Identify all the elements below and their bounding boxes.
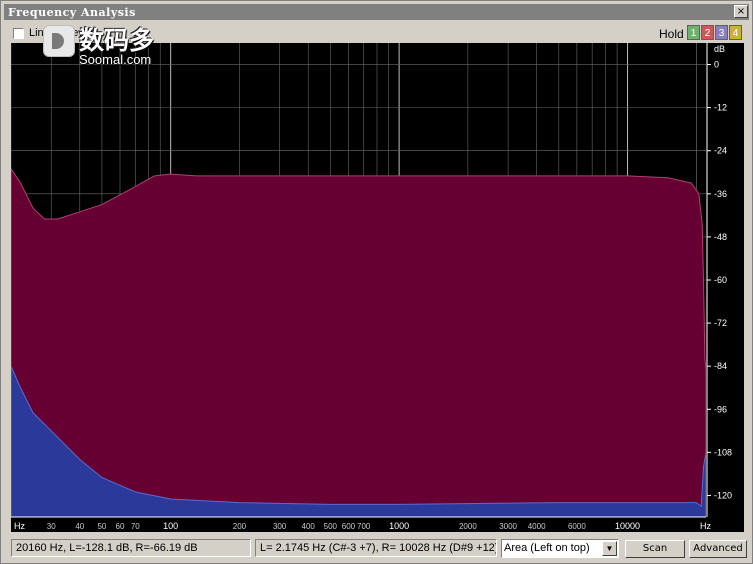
series-l-area xyxy=(10,167,707,518)
cursor-readout: 20160 Hz, L=-128.1 dB, R=-66.19 dB xyxy=(11,539,251,557)
x-tick-label: 30 xyxy=(47,522,56,531)
x-tick-label: 200 xyxy=(233,522,247,531)
options-row: Linear View Hold 1234 xyxy=(11,25,749,43)
display-mode-value: Area (Left on top) xyxy=(504,542,590,554)
hold-button-1[interactable]: 1 xyxy=(687,25,700,40)
y-tick-label: -60 xyxy=(714,275,727,285)
x-tick-label: 600 xyxy=(342,522,356,531)
frequency-analysis-window: Frequency Analysis × Linear View Hold 12… xyxy=(0,0,753,564)
hold-button-2[interactable]: 2 xyxy=(701,25,714,40)
x-tick-label: 6000 xyxy=(568,522,586,531)
y-tick-label: -24 xyxy=(714,146,727,156)
x-tick-label: 60 xyxy=(116,522,125,531)
x-tick-label: 50 xyxy=(97,522,106,531)
scan-button[interactable]: Scan xyxy=(625,540,685,558)
spectrum-plot: dB 0 -12 -24 -36 -48 -60 -72 -84 -96 -108 -120 Hz Hz 3… xyxy=(10,43,744,532)
x-tick-label: 100 xyxy=(163,521,178,531)
title-bar: Frequency Analysis × xyxy=(4,4,749,20)
advanced-button[interactable]: Advanced xyxy=(689,540,747,558)
y-tick-label: -84 xyxy=(714,361,727,371)
x-tick-label: 1000 xyxy=(389,521,409,531)
y-axis-panel xyxy=(706,43,744,532)
hold-button-4[interactable]: 4 xyxy=(729,25,742,40)
x-tick-label: 10000 xyxy=(615,521,640,531)
x-tick-label: 2000 xyxy=(459,522,477,531)
y-tick-label: -120 xyxy=(714,490,732,500)
hold-label: Hold xyxy=(659,27,684,41)
display-mode-select[interactable]: Area (Left on top) ▼ xyxy=(501,539,619,558)
close-button[interactable]: × xyxy=(734,5,748,18)
spectrum-chart: dB 0 -12 -24 -36 -48 -60 -72 -84 -96 -108 -120 Hz Hz 3… xyxy=(10,43,744,532)
y-tick-label: -108 xyxy=(714,447,732,457)
y-tick-label: -36 xyxy=(714,189,727,199)
x-tick-label: 4000 xyxy=(528,522,546,531)
x-tick-label: 500 xyxy=(324,522,338,531)
x-tick-label: 300 xyxy=(273,522,287,531)
y-tick-label: 0 xyxy=(714,60,719,70)
hold-button-3[interactable]: 3 xyxy=(715,25,728,40)
x-tick-label: 400 xyxy=(302,522,316,531)
linear-view-label: Linear View xyxy=(29,27,87,39)
x-tick-label: 3000 xyxy=(499,522,517,531)
chevron-down-icon[interactable]: ▼ xyxy=(602,541,617,556)
y-tick-label: -96 xyxy=(714,404,727,414)
x-tick-label: 700 xyxy=(357,522,371,531)
y-tick-label: -12 xyxy=(714,103,727,113)
x-tick-label: 40 xyxy=(75,522,84,531)
x-unit-label-left: Hz xyxy=(14,521,25,531)
peak-readout: L= 2.1745 Hz (C#-3 +7), R= 10028 Hz (D#9… xyxy=(255,539,497,557)
linear-view-checkbox[interactable] xyxy=(13,28,24,39)
x-unit-label-right: Hz xyxy=(700,521,711,531)
y-tick-label: -48 xyxy=(714,232,727,242)
y-unit-label: dB xyxy=(714,44,725,54)
x-tick-label: 70 xyxy=(131,522,140,531)
y-tick-label: -72 xyxy=(714,318,727,328)
window-title: Frequency Analysis xyxy=(8,5,136,19)
